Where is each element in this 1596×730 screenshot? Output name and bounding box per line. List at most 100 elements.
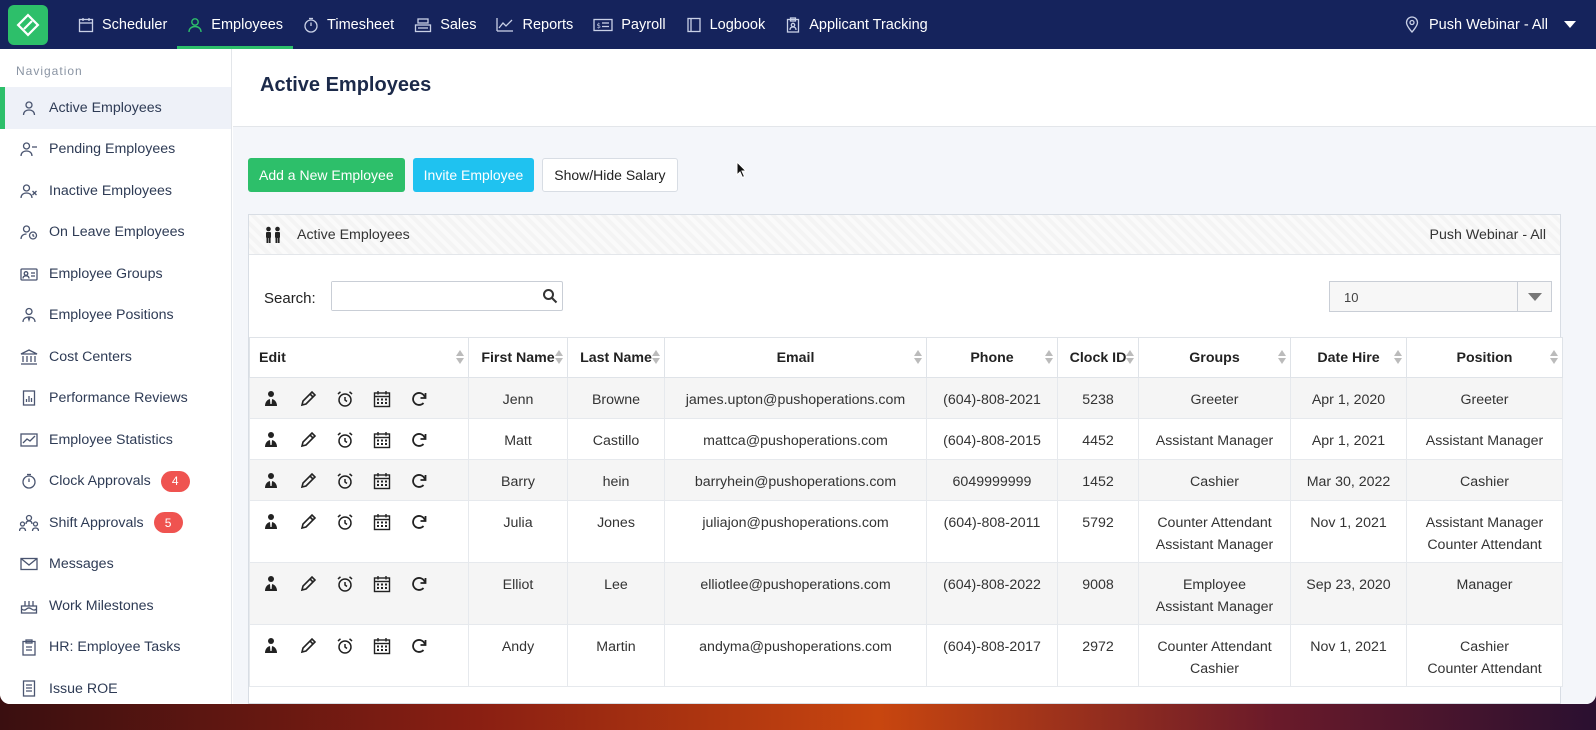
sidebar-item-performance-reviews[interactable]: Performance Reviews [0, 378, 231, 420]
sidebar-item-label: Clock Approvals [49, 473, 151, 490]
user-profile-icon[interactable] [260, 472, 282, 490]
column-header-clock-id[interactable]: Clock ID [1057, 337, 1139, 378]
alarm-clock-icon[interactable] [334, 513, 356, 531]
column-header-position[interactable]: Position [1406, 337, 1563, 378]
alarm-clock-icon[interactable] [334, 472, 356, 490]
calendar-icon[interactable] [371, 637, 393, 655]
invite-employee-button[interactable]: Invite Employee [412, 158, 535, 192]
nav-sales[interactable]: Sales [404, 0, 486, 49]
sidebar-item-label: Pending Employees [49, 141, 176, 158]
nav-employees[interactable]: Employees [177, 0, 293, 49]
sidebar-item-employee-positions[interactable]: Employee Positions [0, 295, 231, 337]
sort-icon[interactable] [1550, 350, 1558, 365]
nav-scheduler[interactable]: Scheduler [68, 0, 177, 49]
nav-reports[interactable]: Reports [486, 0, 583, 49]
redo-icon[interactable] [408, 637, 430, 655]
alarm-clock-icon[interactable] [334, 390, 356, 408]
sidebar-item-cost-centers[interactable]: Cost Centers [0, 336, 231, 378]
calendar-icon[interactable] [371, 390, 393, 408]
column-header-email[interactable]: Email [664, 337, 927, 378]
column-header-groups[interactable]: Groups [1138, 337, 1291, 378]
sort-icon[interactable] [555, 350, 563, 365]
sort-icon[interactable] [1045, 350, 1053, 365]
bank-icon [18, 349, 40, 365]
pencil-icon[interactable] [297, 513, 319, 531]
sort-icon[interactable] [1126, 350, 1134, 365]
pencil-icon[interactable] [297, 390, 319, 408]
nav-payroll[interactable]: $ Payroll [583, 0, 675, 49]
sort-icon[interactable] [652, 350, 660, 365]
page-size-select[interactable]: 10 [1329, 281, 1552, 312]
sidebar-item-issue-roe[interactable]: Issue ROE [0, 668, 231, 704]
sidebar-item-pending-employees[interactable]: Pending Employees [0, 129, 231, 171]
edit-actions-cell [249, 624, 469, 687]
sidebar-item-employee-groups[interactable]: Employee Groups [0, 253, 231, 295]
column-header-first-name[interactable]: First Name [468, 337, 568, 378]
app-logo[interactable] [8, 4, 48, 45]
pencil-icon[interactable] [297, 637, 319, 655]
add-employee-button[interactable]: Add a New Employee [248, 158, 405, 192]
last-name-cell: Jones [567, 500, 665, 563]
dropdown-arrow-icon[interactable] [1517, 282, 1551, 311]
sort-icon[interactable] [1394, 350, 1402, 365]
redo-icon[interactable] [408, 513, 430, 531]
pencil-icon[interactable] [297, 472, 319, 490]
sidebar-item-on-leave-employees[interactable]: On Leave Employees [0, 212, 231, 254]
first-name-cell: Jenn [468, 377, 568, 419]
calendar-icon[interactable] [371, 575, 393, 593]
sort-icon[interactable] [456, 350, 464, 365]
sort-icon[interactable] [914, 350, 922, 365]
paycheck-icon: $ [593, 17, 613, 33]
phone-cell: 6049999999 [926, 459, 1058, 501]
sort-icon[interactable] [1278, 350, 1286, 365]
user-profile-icon[interactable] [260, 575, 282, 593]
sidebar-item-hr-employee-tasks[interactable]: HR: Employee Tasks [0, 627, 231, 669]
user-profile-icon[interactable] [260, 513, 282, 531]
user-profile-icon[interactable] [260, 431, 282, 449]
sidebar-item-clock-approvals[interactable]: Clock Approvals 4 [0, 461, 231, 503]
sidebar-item-messages[interactable]: Messages [0, 544, 231, 586]
location-selector[interactable]: Push Webinar - All [1405, 0, 1576, 49]
clock-approvals-badge: 4 [160, 470, 190, 492]
nav-applicant-tracking[interactable]: Applicant Tracking [775, 0, 937, 49]
column-header-last-name[interactable]: Last Name [567, 337, 665, 378]
column-header-date-hire[interactable]: Date Hire [1290, 337, 1407, 378]
pencil-icon[interactable] [297, 575, 319, 593]
email-cell: barryhein@pushoperations.com [664, 459, 927, 501]
map-pin-icon [1405, 16, 1419, 33]
alarm-clock-icon[interactable] [334, 637, 356, 655]
sidebar-item-employee-statistics[interactable]: Employee Statistics [0, 419, 231, 461]
alarm-clock-icon[interactable] [334, 575, 356, 593]
envelope-icon [18, 557, 40, 571]
sidebar-item-shift-approvals[interactable]: Shift Approvals 5 [0, 502, 231, 544]
nav-timesheet[interactable]: Timesheet [293, 0, 404, 49]
search-input[interactable] [332, 282, 532, 310]
redo-icon[interactable] [408, 472, 430, 490]
chart-line-icon [496, 17, 514, 33]
sidebar-item-inactive-employees[interactable]: Inactive Employees [0, 170, 231, 212]
last-name-cell: Martin [567, 624, 665, 687]
pencil-icon[interactable] [297, 431, 319, 449]
redo-icon[interactable] [408, 431, 430, 449]
redo-icon[interactable] [408, 390, 430, 408]
user-profile-icon[interactable] [260, 637, 282, 655]
first-name-cell: Julia [468, 500, 568, 563]
alarm-clock-icon[interactable] [334, 431, 356, 449]
calendar-icon[interactable] [371, 431, 393, 449]
main-nav: Scheduler Employees Timesheet Sales Repo… [68, 0, 938, 49]
calendar-icon[interactable] [371, 472, 393, 490]
sidebar-item-work-milestones[interactable]: Work Milestones [0, 585, 231, 627]
column-header-phone[interactable]: Phone [926, 337, 1058, 378]
email-cell: elliotlee@pushoperations.com [664, 562, 927, 625]
clock-id-cell: 1452 [1057, 459, 1139, 501]
search-icon[interactable] [542, 288, 558, 304]
user-profile-icon[interactable] [260, 390, 282, 408]
column-header-edit[interactable]: Edit [249, 337, 469, 378]
calendar-icon[interactable] [371, 513, 393, 531]
sidebar-item-active-employees[interactable]: Active Employees [0, 87, 231, 129]
show-hide-salary-button[interactable]: Show/Hide Salary [542, 158, 678, 192]
position-cell-line: Assistant Manager [1425, 433, 1544, 449]
nav-logbook[interactable]: Logbook [676, 0, 776, 49]
sidebar-item-label: Inactive Employees [49, 182, 173, 199]
redo-icon[interactable] [408, 575, 430, 593]
